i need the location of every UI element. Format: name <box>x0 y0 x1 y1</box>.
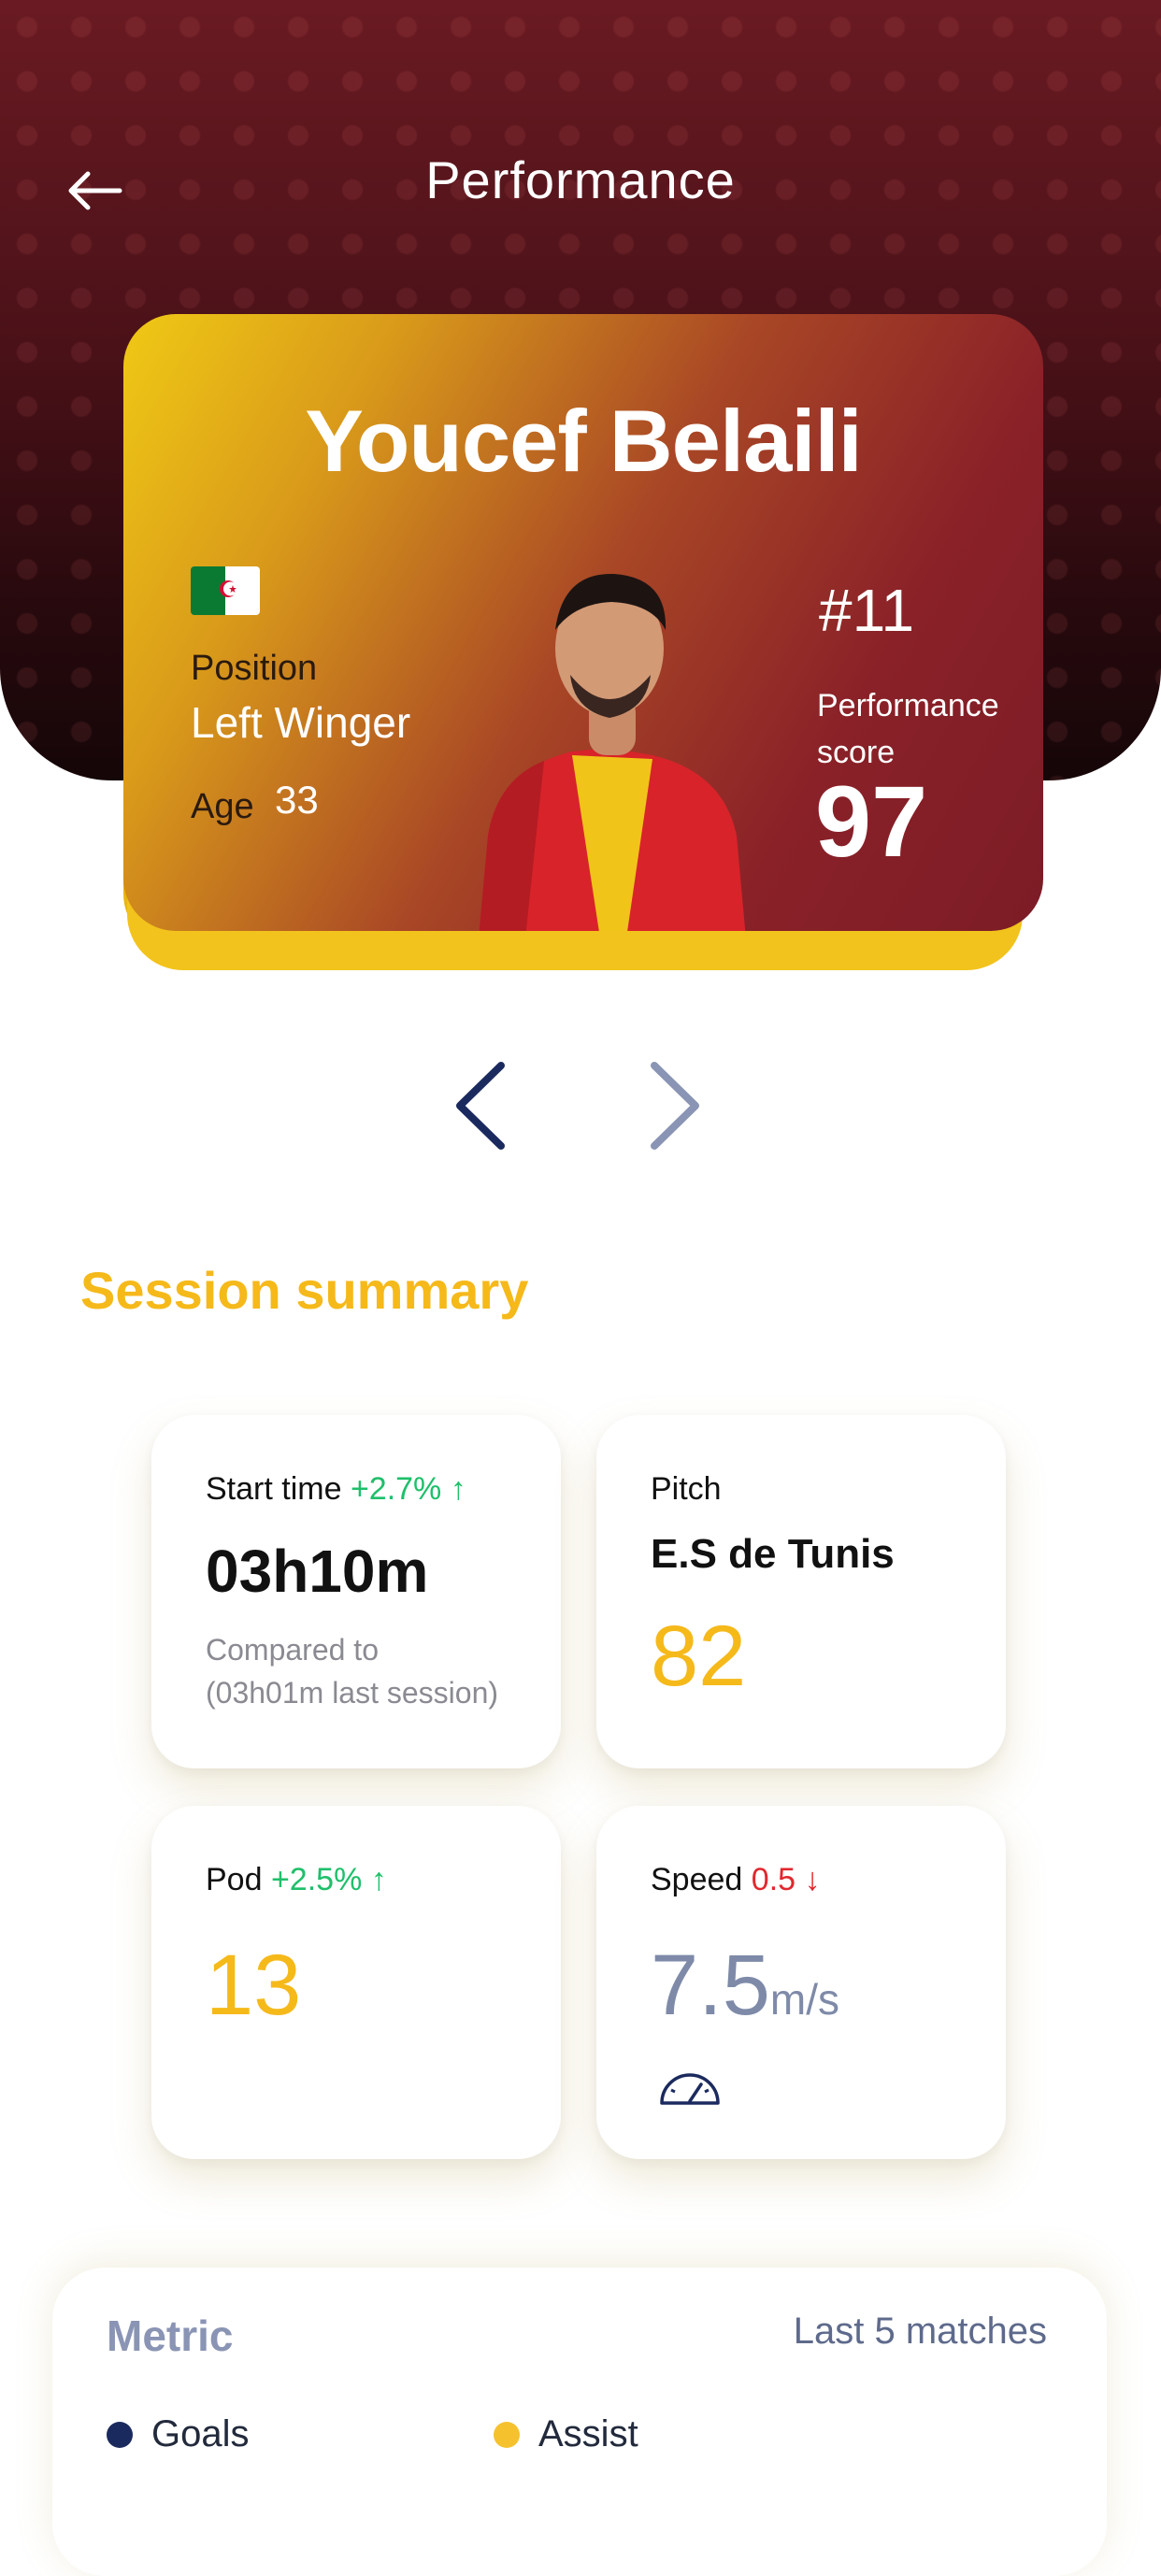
speed-delta: 0.5 <box>751 1862 796 1897</box>
player-photo <box>479 573 746 931</box>
start-time-value: 03h10m <box>206 1538 429 1605</box>
speed-value: 7.5 <box>651 1938 770 2033</box>
speed-header: Speed 0.5 ↓ <box>651 1862 821 1898</box>
jersey-number: #11 <box>819 577 915 644</box>
player-card[interactable]: Youcef Belaili Position Left Winger Age … <box>123 314 1043 931</box>
speed-value-row: 7.5m/s <box>651 1937 839 2035</box>
pod-header: Pod +2.5% ↑ <box>206 1862 387 1898</box>
performance-score-label: Performance score <box>817 682 999 776</box>
pitch-label: Pitch <box>651 1471 722 1507</box>
age-label: Age <box>191 787 254 826</box>
position-value: Left Winger <box>191 698 411 747</box>
legend-item-assist: Assist <box>494 2413 638 2455</box>
comparison-line2: (03h01m last session) <box>206 1676 499 1710</box>
metric-card[interactable]: Metric Last 5 matches Goals Assist <box>52 2268 1107 2576</box>
assist-color-dot <box>494 2421 520 2448</box>
position-label: Position <box>191 649 318 688</box>
pitch-card[interactable]: Pitch E.S de Tunis 82 <box>596 1415 1006 1768</box>
chevron-left-icon <box>456 1062 505 1150</box>
speed-card[interactable]: Speed 0.5 ↓ 7.5m/s <box>596 1806 1006 2159</box>
performance-score-value: 97 <box>815 765 928 878</box>
start-time-header: Start time +2.7% ↑ <box>206 1471 466 1508</box>
metric-range-selector[interactable]: Last 5 matches <box>794 2311 1047 2353</box>
section-title: Session summary <box>80 1261 529 1320</box>
legend-item-goals: Goals <box>107 2413 250 2455</box>
comparison-line1: Compared to <box>206 1633 379 1667</box>
legend-assist-label: Assist <box>538 2413 638 2454</box>
algeria-flag-icon <box>191 566 260 615</box>
pod-value: 13 <box>206 1938 302 2033</box>
age-value: 33 <box>275 778 319 822</box>
metric-title: Metric <box>107 2311 234 2360</box>
start-time-card[interactable]: Start time +2.7% ↑ 03h10m Compared to (0… <box>151 1415 561 1768</box>
chevron-right-icon <box>651 1062 699 1150</box>
speedometer-icon <box>660 2073 720 2105</box>
pod-label: Pod <box>206 1862 263 1897</box>
previous-player-button[interactable] <box>445 1054 520 1157</box>
page-title: Performance <box>425 150 736 209</box>
up-arrow-icon: ↑ <box>450 1471 466 1507</box>
up-arrow-icon: ↑ <box>370 1862 387 1897</box>
player-name: Youcef Belaili <box>305 392 862 490</box>
start-time-delta: +2.7% <box>350 1471 442 1507</box>
goals-color-dot <box>107 2421 133 2448</box>
speed-unit: m/s <box>769 1975 840 2024</box>
pod-card[interactable]: Pod +2.5% ↑ 13 <box>151 1806 561 2159</box>
legend-goals-label: Goals <box>151 2413 250 2454</box>
start-time-comparison: Compared to (03h01m last session) <box>206 1628 498 1714</box>
next-player-button[interactable] <box>636 1054 710 1157</box>
performance-label-line1: Performance <box>817 688 999 723</box>
start-time-label: Start time <box>206 1471 342 1507</box>
pitch-score: 82 <box>651 1609 747 1704</box>
pitch-name: E.S de Tunis <box>651 1531 895 1577</box>
down-arrow-icon: ↓ <box>804 1862 821 1897</box>
speed-label: Speed <box>651 1862 743 1897</box>
pod-delta: +2.5% <box>270 1862 363 1897</box>
